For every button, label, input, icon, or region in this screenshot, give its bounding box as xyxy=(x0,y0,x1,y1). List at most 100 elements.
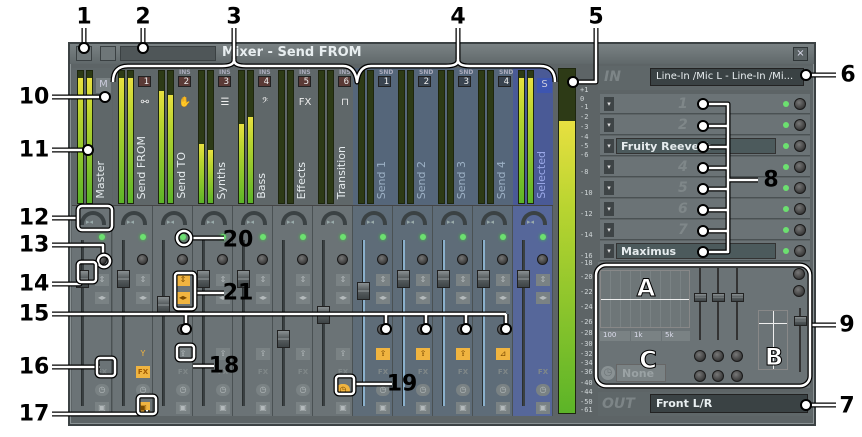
send-level-knob[interactable] xyxy=(177,324,188,335)
slot-mix-knob[interactable] xyxy=(794,182,806,194)
fx-enable-button[interactable]: FX xyxy=(256,366,270,378)
fx-enable-button[interactable]: FX xyxy=(176,366,190,378)
delay-compensation-button[interactable]: ◷ xyxy=(536,384,550,396)
slot-name[interactable]: 7 xyxy=(618,222,688,238)
volume-fader[interactable] xyxy=(157,295,170,314)
route-button[interactable]: ⇪ xyxy=(376,348,390,360)
stereo-separation-knob[interactable] xyxy=(137,254,148,265)
slot-name[interactable]: Fruity Reeverb xyxy=(616,138,776,154)
eq-bandwidth-knob-2[interactable] xyxy=(712,370,724,382)
send-level-knob[interactable] xyxy=(497,324,508,335)
reverse-polarity-button[interactable]: ◂▸ xyxy=(336,292,350,304)
volume-fader[interactable] xyxy=(197,270,210,288)
send-level-knob[interactable] xyxy=(377,324,388,335)
slot-mix-knob[interactable] xyxy=(794,119,806,131)
mixer-track-transition[interactable]: INS 6 ⊓ Transition ▸◂ ⇕ ◂▸ ⇪ FX ◷ ▣ xyxy=(313,68,353,416)
slot-enable-led[interactable] xyxy=(783,164,789,170)
delay-compensation-button[interactable]: ◷ xyxy=(416,384,430,396)
route-button[interactable]: Y xyxy=(136,348,150,360)
stereo-separation-knob[interactable] xyxy=(257,254,268,265)
route-button[interactable]: ⇪ xyxy=(336,348,350,360)
swap-channels-button[interactable]: ⇕ xyxy=(536,274,550,286)
eq-gain-fader-3[interactable] xyxy=(731,293,744,302)
save-button[interactable]: ▣ xyxy=(256,402,270,414)
mixer-track-send-from[interactable]: 1 ⚯ Send FROM ▸◂ ⇕ ◂▸ Y FX ◷ ▣ xyxy=(113,68,153,416)
slot-mix-knob[interactable] xyxy=(794,203,806,215)
volume-fader[interactable] xyxy=(357,282,370,300)
slot-name[interactable]: 5 xyxy=(618,180,688,196)
fx-enable-button[interactable]: FX xyxy=(296,366,310,378)
track-enable-led[interactable] xyxy=(300,234,306,240)
stereo-separation-knob[interactable] xyxy=(217,254,228,265)
slot-mix-knob[interactable] xyxy=(794,245,806,257)
track-enable-led[interactable] xyxy=(340,234,346,240)
pan-knob-selected[interactable] xyxy=(793,268,805,280)
slot-mix-knob[interactable] xyxy=(794,224,806,236)
volume-fader[interactable] xyxy=(477,270,490,288)
eq-freq-knob-3[interactable] xyxy=(731,350,743,362)
track-enable-led[interactable] xyxy=(540,234,546,240)
track-header[interactable]: INS 3 ☰ Synths xyxy=(193,68,233,206)
slot-enable-led[interactable] xyxy=(783,227,789,233)
mixer-track-selected[interactable]: S Selected ▸◂ ⇕ ◂▸ FX ◷ ▣ xyxy=(513,68,553,416)
volume-fader[interactable] xyxy=(76,270,89,288)
slot-enable-led[interactable] xyxy=(783,101,789,107)
track-header[interactable]: INS 2 ✋ Send TO xyxy=(153,68,193,206)
swap-channels-button[interactable]: ⇕ xyxy=(296,274,310,286)
track-header[interactable]: SND 1 Send 1 xyxy=(353,68,393,206)
delay-compensation-button[interactable]: ◷ xyxy=(95,384,109,396)
slot-menu-button[interactable]: ▾ xyxy=(604,160,614,174)
stereo-separation-knob[interactable] xyxy=(177,254,188,265)
mixer-track-send-3[interactable]: SND 3 Send 3 ▸◂ ⇕ ◂▸ ⇪ FX ◷ ▣ xyxy=(433,68,473,416)
slot-menu-button[interactable]: ▾ xyxy=(604,202,614,216)
save-button[interactable]: ▣ xyxy=(536,402,550,414)
stereo-separation-knob[interactable] xyxy=(417,254,428,265)
fx-enable-button[interactable]: FX xyxy=(496,366,510,378)
stereo-separation-knob[interactable] xyxy=(497,254,508,265)
reverse-polarity-button[interactable]: ◂▸ xyxy=(176,292,190,304)
slot-enable-led[interactable] xyxy=(783,143,789,149)
slot-name[interactable]: 4 xyxy=(618,159,688,175)
reverse-polarity-button[interactable]: ◂▸ xyxy=(416,292,430,304)
track-enable-led[interactable] xyxy=(180,234,186,240)
swap-channels-button[interactable]: ⇕ xyxy=(496,274,510,286)
mute-icon[interactable]: M xyxy=(96,78,111,93)
track-enable-led[interactable] xyxy=(500,234,506,240)
eq-bandwidth-knob-3[interactable] xyxy=(731,370,743,382)
swap-channels-button[interactable]: ⇕ xyxy=(456,274,470,286)
swap-channels-button[interactable]: ⇕ xyxy=(416,274,430,286)
volume-fader[interactable] xyxy=(397,270,410,288)
save-button[interactable]: ▣ xyxy=(456,402,470,414)
track-header[interactable]: M Master xyxy=(72,68,112,206)
fx-enable-button[interactable]: FX xyxy=(336,366,350,378)
mixer-track-send-4[interactable]: SND 4 Send 4 ▸◂ ⇕ ◂▸ ⊿ FX ◷ ▣ xyxy=(473,68,513,416)
volume-fader[interactable] xyxy=(117,270,130,288)
route-button[interactable]: ⇪ xyxy=(296,348,310,360)
save-button[interactable]: ▣ xyxy=(416,402,430,414)
volume-fader[interactable] xyxy=(277,330,290,348)
track-enable-led[interactable] xyxy=(380,234,386,240)
reverse-polarity-button[interactable]: ◂▸ xyxy=(296,292,310,304)
effect-slot-8[interactable]: ▾ Maximus xyxy=(600,241,810,261)
delay-compensation-button[interactable]: ◷ xyxy=(176,384,190,396)
track-header[interactable]: SND 4 Send 4 xyxy=(473,68,513,206)
effect-slot-1[interactable]: ▾ 1 xyxy=(600,94,810,114)
options-menu-button[interactable] xyxy=(76,46,92,61)
eq-gain-fader-2[interactable] xyxy=(712,293,725,302)
swap-channels-button[interactable]: ⇕ xyxy=(336,274,350,286)
save-button[interactable]: ▣ xyxy=(376,402,390,414)
save-button[interactable]: ▣ xyxy=(336,402,350,414)
slot-mix-knob[interactable] xyxy=(794,161,806,173)
delay-compensation-button[interactable]: ◷ xyxy=(336,384,350,396)
fx-enable-button[interactable]: FX xyxy=(136,366,150,378)
route-button[interactable]: ⇪ xyxy=(456,348,470,360)
mixer-track-send-1[interactable]: SND 1 Send 1 ▸◂ ⇕ ◂▸ ⇪ FX ◷ ▣ xyxy=(353,68,393,416)
track-header[interactable]: S Selected xyxy=(513,68,553,206)
eq-gain-fader-1[interactable] xyxy=(694,293,707,302)
volume-fader-selected[interactable] xyxy=(794,316,807,326)
fx-enable-button[interactable]: FX xyxy=(416,366,430,378)
reverse-polarity-button[interactable]: ◂▸ xyxy=(95,292,109,304)
reverse-polarity-button[interactable]: ◂▸ xyxy=(536,292,550,304)
mixer-track-effects[interactable]: INS 5 FX Effects ▸◂ ⇕ ◂▸ ⇪ FX ◷ ▣ xyxy=(273,68,313,416)
fx-enable-button[interactable]: FX xyxy=(95,366,109,378)
